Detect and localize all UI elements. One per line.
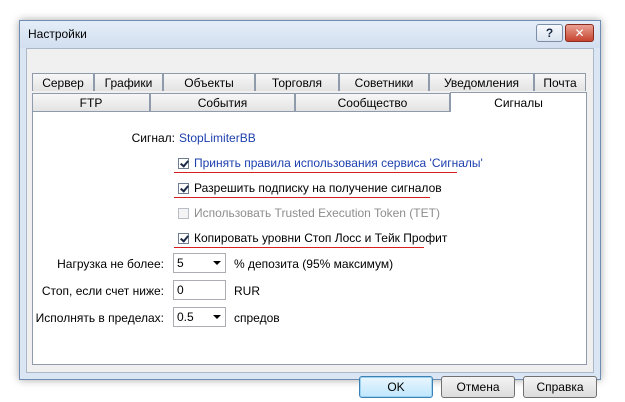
stop-currency: RUR xyxy=(234,284,260,298)
execute-select[interactable]: 0.5 xyxy=(173,307,226,327)
accept-rules-checkbox-row[interactable]: Принять правила использования сервиса 'С… xyxy=(178,156,483,170)
stop-value: 0 xyxy=(177,283,184,297)
load-select[interactable]: 5 xyxy=(173,253,226,273)
red-underline-1 xyxy=(174,172,457,173)
tab-charts[interactable]: Графики xyxy=(94,73,163,91)
execute-suffix: спредов xyxy=(234,311,280,325)
allow-subscription-checkbox[interactable] xyxy=(178,182,189,194)
tab-experts[interactable]: Советники xyxy=(339,73,429,91)
copy-sl-tp-label[interactable]: Копировать уровни Стоп Лосс и Тейк Профи… xyxy=(194,231,447,245)
load-suffix: % депозита (95% максимум) xyxy=(234,257,394,271)
load-label: Нагрузка не более: xyxy=(57,257,164,271)
tab-mail[interactable]: Почта xyxy=(534,73,586,91)
use-tet-checkbox xyxy=(178,207,189,219)
copy-sl-tp-checkbox[interactable] xyxy=(178,232,189,244)
accept-rules-label[interactable]: Принять правила использования сервиса 'С… xyxy=(194,156,483,170)
title-bar[interactable]: Настройки ? ✕ xyxy=(20,21,600,48)
load-value: 5 xyxy=(177,256,184,270)
use-tet-checkbox-row: Использовать Trusted Execution Token (TE… xyxy=(178,206,440,220)
execute-label: Исполнять в пределах: xyxy=(35,311,164,325)
signal-label: Сигнал: xyxy=(131,131,175,145)
settings-dialog: Настройки ? ✕ Сервер Графики Объекты Тор… xyxy=(19,20,601,398)
chevron-down-icon xyxy=(213,315,221,319)
tab-objects[interactable]: Объекты xyxy=(163,73,255,91)
window-title: Настройки xyxy=(28,27,87,41)
dialog-client-area: Сервер Графики Объекты Торговля Советник… xyxy=(26,48,597,398)
tab-ftp[interactable]: FTP xyxy=(32,93,150,111)
signal-name-link[interactable]: StopLimiterBB xyxy=(179,131,256,145)
help-title-button[interactable]: ? xyxy=(536,24,563,42)
allow-subscription-checkbox-row[interactable]: Разрешить подписку на получение сигналов xyxy=(178,181,442,195)
stop-input[interactable]: 0 xyxy=(173,280,226,300)
tab-events[interactable]: События xyxy=(150,93,295,111)
signals-panel: Сигнал: StopLimiterBB Принять правила ис… xyxy=(32,111,587,365)
red-underline-3 xyxy=(174,247,424,248)
tab-community[interactable]: Сообщество xyxy=(295,93,450,111)
tab-signals[interactable]: Сигналы xyxy=(450,92,587,112)
red-underline-2 xyxy=(174,197,430,198)
accept-rules-checkbox[interactable] xyxy=(178,157,189,169)
stop-label: Стоп, если счет ниже: xyxy=(41,284,164,298)
use-tet-label: Использовать Trusted Execution Token (TE… xyxy=(194,206,440,220)
tab-notifications[interactable]: Уведомления xyxy=(429,73,534,91)
cancel-button[interactable]: Отмена xyxy=(441,376,515,398)
chevron-down-icon xyxy=(213,261,221,265)
close-button[interactable]: ✕ xyxy=(565,24,594,42)
tab-trading[interactable]: Торговля xyxy=(255,73,339,91)
execute-value: 0.5 xyxy=(177,310,194,324)
ok-button[interactable]: OK xyxy=(359,376,433,398)
allow-subscription-label[interactable]: Разрешить подписку на получение сигналов xyxy=(194,181,442,195)
help-button[interactable]: Справка xyxy=(523,376,597,398)
tab-server[interactable]: Сервер xyxy=(32,73,94,91)
copy-sl-tp-checkbox-row[interactable]: Копировать уровни Стоп Лосс и Тейк Профи… xyxy=(178,231,447,245)
